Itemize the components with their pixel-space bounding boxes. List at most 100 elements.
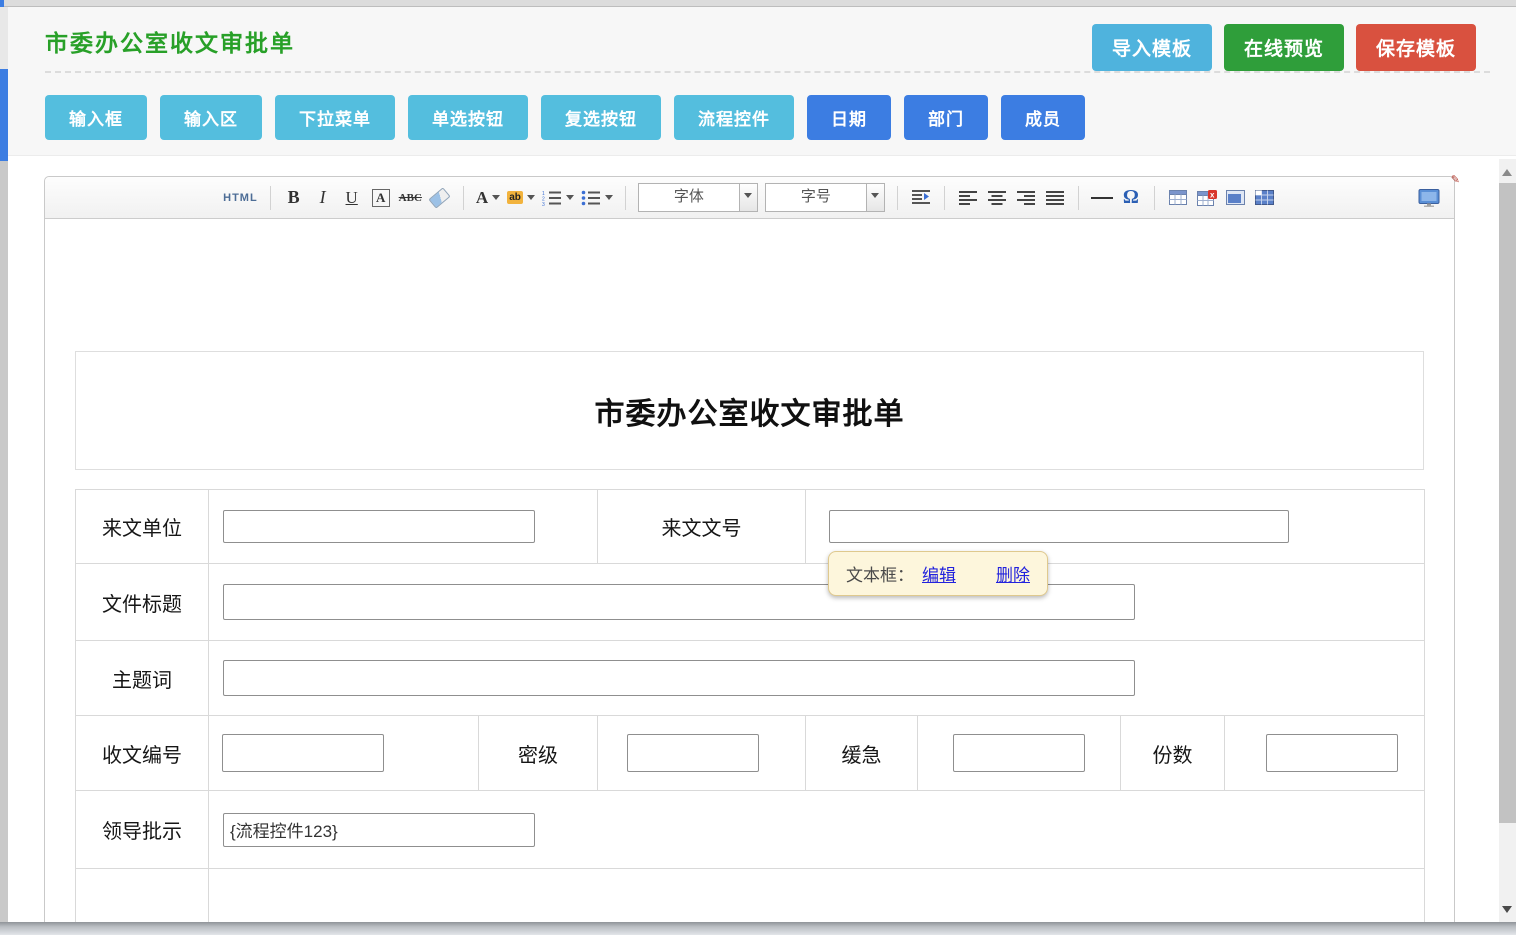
add-member-button[interactable]: 成员 — [1001, 95, 1085, 140]
italic-icon[interactable]: I — [312, 185, 334, 211]
label-doc-number: 来文文号 — [598, 490, 806, 564]
header-panel: 市委办公室收文审批单 导入模板 在线预览 保存模板 输入框 输入区 下拉菜单 单… — [8, 7, 1516, 156]
special-character-icon[interactable]: Ω — [1120, 185, 1142, 211]
page-title: 市委办公室收文审批单 — [45, 24, 295, 58]
bold-icon[interactable]: B — [283, 185, 305, 211]
scroll-up-arrow-icon[interactable] — [1502, 164, 1512, 176]
cell-keywords — [209, 641, 1425, 716]
toolbar-separator — [897, 186, 898, 210]
add-department-button[interactable]: 部门 — [904, 95, 988, 140]
scrollbar-thumb[interactable] — [1499, 183, 1516, 823]
label-urgency: 缓急 — [806, 716, 918, 791]
background-window-strip — [0, 7, 8, 922]
toolbar-separator — [1154, 186, 1155, 210]
form-row: 文件标题 — [76, 564, 1425, 641]
html-source-icon[interactable]: HTML — [223, 185, 258, 211]
cell-source-unit — [209, 490, 598, 564]
approval-form-table: 来文单位 来文文号 文件标题 主题词 — [75, 489, 1425, 935]
cell-leader-comments — [209, 791, 1425, 869]
secrecy-level-input[interactable] — [627, 734, 759, 772]
field-buttons-row: 输入框 输入区 下拉菜单 单选按钮 复选按钮 流程控件 日期 部门 成员 — [45, 95, 1085, 140]
align-right-icon[interactable] — [1015, 185, 1037, 211]
align-left-icon[interactable] — [957, 185, 979, 211]
receipt-number-input[interactable] — [222, 734, 384, 772]
add-date-button[interactable]: 日期 — [807, 95, 891, 140]
toolbar-separator — [1078, 186, 1079, 210]
tooltip-label: 文本框： — [846, 561, 914, 586]
strikethrough-icon[interactable]: ABC — [399, 185, 422, 211]
textbox-context-tooltip: 文本框： 编辑 删除 — [828, 551, 1048, 596]
unordered-list-icon[interactable] — [581, 185, 613, 211]
label-doc-title: 文件标题 — [76, 564, 209, 641]
chevron-down-icon[interactable] — [739, 184, 757, 211]
doc-number-input[interactable] — [829, 510, 1289, 543]
save-template-button[interactable]: 保存模板 — [1356, 24, 1476, 71]
source-unit-input[interactable] — [223, 510, 535, 543]
strip-top — [0, 7, 8, 69]
add-radio-button[interactable]: 单选按钮 — [408, 95, 528, 140]
strip-bottom — [0, 161, 8, 922]
ordered-list-icon[interactable]: 123 — [542, 185, 574, 211]
label-copies: 份数 — [1121, 716, 1225, 791]
keywords-input[interactable] — [223, 660, 1135, 696]
insert-table-icon[interactable] — [1167, 185, 1189, 211]
label-receipt-number: 收文编号 — [76, 716, 209, 791]
form-title-box[interactable]: 市委办公室收文审批单 — [75, 351, 1424, 470]
toolbar-separator — [270, 186, 271, 210]
table-row-properties-icon[interactable] — [1254, 185, 1276, 211]
add-checkbox-button[interactable]: 复选按钮 — [541, 95, 661, 140]
text-color-icon[interactable]: A — [476, 185, 500, 211]
form-row: 来文单位 来文文号 — [76, 490, 1425, 564]
leader-comments-input[interactable] — [223, 813, 535, 847]
window-top-edge — [0, 0, 1516, 7]
copies-input[interactable] — [1266, 734, 1398, 772]
edit-link[interactable]: 编辑 — [922, 561, 956, 586]
delete-table-icon[interactable]: x — [1196, 185, 1218, 211]
form-row: 主题词 — [76, 641, 1425, 716]
toolbar-separator — [625, 186, 626, 210]
underline-icon[interactable]: U — [341, 185, 363, 211]
cell-urgency — [918, 716, 1121, 791]
add-input-box-button[interactable]: 输入框 — [45, 95, 147, 140]
urgency-input[interactable] — [953, 734, 1085, 772]
indent-icon[interactable] — [910, 185, 932, 211]
table-cell-properties-icon[interactable] — [1225, 185, 1247, 211]
cell-secrecy-level — [598, 716, 806, 791]
add-dropdown-button[interactable]: 下拉菜单 — [275, 95, 395, 140]
form-row: 领导批示 — [76, 791, 1425, 869]
delete-link[interactable]: 删除 — [996, 561, 1030, 586]
font-size-select[interactable]: 字号 — [765, 183, 885, 212]
window-bottom-edge — [0, 922, 1516, 935]
remove-format-eraser-icon[interactable] — [429, 185, 451, 211]
cell-doc-title — [209, 564, 1425, 641]
svg-text:3: 3 — [542, 202, 545, 206]
chevron-down-icon[interactable] — [866, 184, 884, 211]
align-center-icon[interactable] — [986, 185, 1008, 211]
editor-toolbar: HTML B I U A ABC A ab✎ 123 字体 字号 — [45, 177, 1454, 219]
label-source-unit: 来文单位 — [76, 490, 209, 564]
import-template-button[interactable]: 导入模板 — [1092, 24, 1212, 71]
label-leader-comments: 领导批示 — [76, 791, 209, 869]
scroll-down-arrow-icon[interactable] — [1502, 906, 1512, 918]
rich-text-editor: HTML B I U A ABC A ab✎ 123 字体 字号 — [44, 176, 1455, 935]
svg-text:x: x — [1210, 190, 1215, 199]
align-justify-icon[interactable] — [1044, 185, 1066, 211]
label-secrecy-level: 密级 — [479, 716, 598, 791]
cell-copies — [1225, 716, 1425, 791]
highlight-color-icon[interactable]: ab✎ — [507, 185, 535, 211]
vertical-scrollbar[interactable] — [1499, 159, 1516, 922]
add-textarea-button[interactable]: 输入区 — [160, 95, 262, 140]
strip-blue-segment — [0, 69, 8, 161]
horizontal-rule-icon[interactable] — [1091, 185, 1113, 211]
form-row: 收文编号 密级 缓急 份数 — [76, 716, 1425, 791]
form-title: 市委办公室收文审批单 — [595, 389, 905, 433]
add-flow-control-button[interactable]: 流程控件 — [674, 95, 794, 140]
fullscreen-icon[interactable] — [1418, 185, 1440, 211]
online-preview-button[interactable]: 在线预览 — [1224, 24, 1344, 71]
header-actions: 导入模板 在线预览 保存模板 — [1092, 24, 1476, 71]
toolbar-separator — [944, 186, 945, 210]
font-style-box-icon[interactable]: A — [370, 185, 392, 211]
toolbar-separator — [463, 186, 464, 210]
font-family-select[interactable]: 字体 — [638, 183, 758, 212]
editor-document[interactable]: 市委办公室收文审批单 来文单位 来文文号 文件标题 — [45, 219, 1454, 935]
